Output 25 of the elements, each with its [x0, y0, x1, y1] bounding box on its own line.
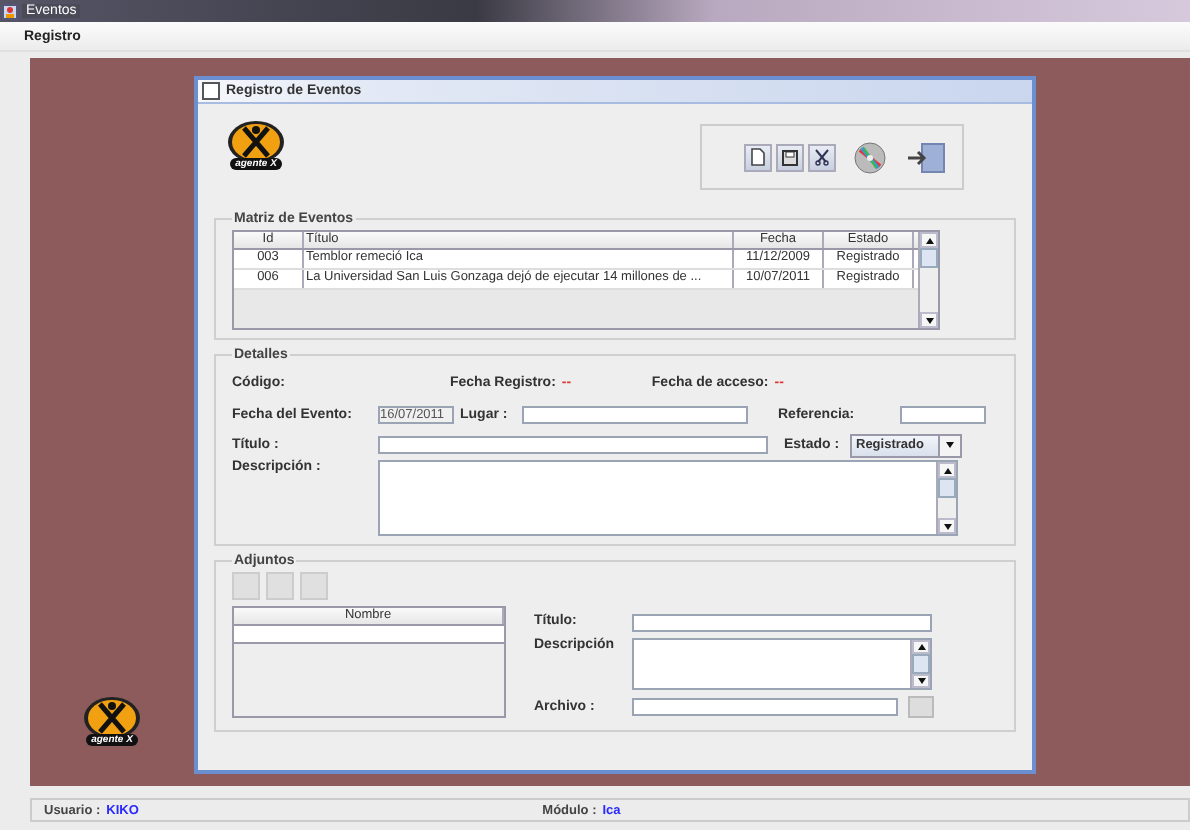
document-icon — [750, 148, 766, 166]
scrollbar[interactable] — [936, 462, 956, 534]
empty-table-row[interactable] — [234, 626, 504, 644]
caret-icon — [946, 442, 954, 448]
scroll-down-button[interactable] — [938, 518, 956, 534]
disc-icon[interactable] — [854, 141, 886, 173]
save-button[interactable] — [776, 143, 804, 171]
input-field[interactable] — [522, 406, 748, 424]
scroll-up-button[interactable] — [920, 232, 938, 248]
window-icon — [202, 82, 220, 100]
input-field[interactable] — [632, 614, 932, 632]
new-document-button[interactable] — [744, 143, 772, 171]
scroll-up-button[interactable] — [938, 462, 956, 478]
input-field[interactable] — [378, 436, 768, 454]
scroll-up-button[interactable] — [912, 640, 930, 655]
scrollbar[interactable] — [910, 640, 930, 688]
file-path-field[interactable] — [632, 698, 898, 716]
scroll-down-button[interactable] — [920, 312, 938, 328]
exit-icon[interactable] — [906, 141, 946, 173]
input-field[interactable] — [900, 406, 986, 424]
scrollbar[interactable] — [918, 232, 938, 328]
cut-button[interactable] — [808, 143, 836, 171]
scissors-icon — [814, 148, 830, 166]
app-icon — [2, 3, 18, 19]
save-icon — [782, 149, 798, 165]
